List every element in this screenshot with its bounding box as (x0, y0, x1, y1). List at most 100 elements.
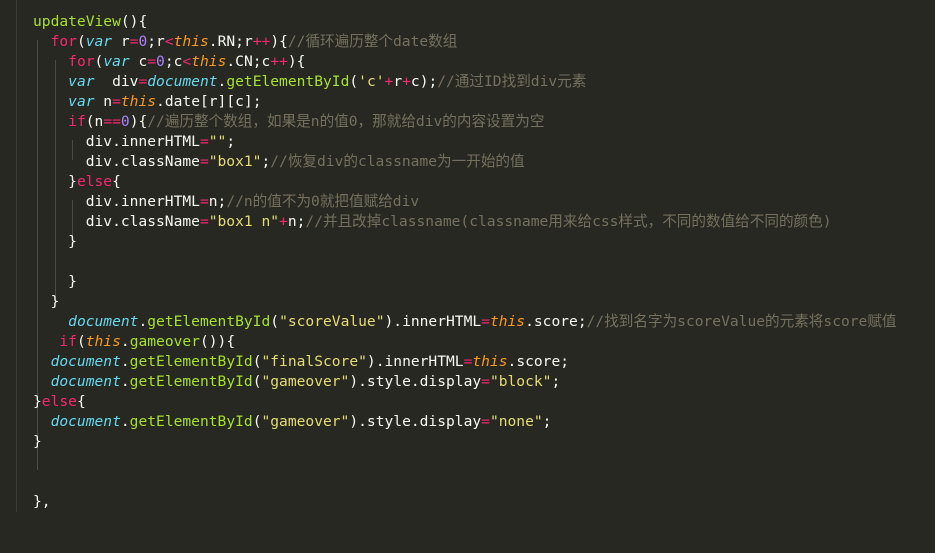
code-token-func: getElementById (226, 73, 350, 90)
code-token-plain: } (33, 293, 60, 310)
code-line: div.className="box1 n"+n;//并且改掉classname… (33, 212, 897, 232)
code-token-keyword: else (41, 393, 77, 410)
code-token-builtin: document (50, 413, 121, 430)
code-line: document.getElementById("finalScore").in… (33, 352, 897, 372)
code-token-op: < (182, 53, 192, 70)
code-line: }, (33, 492, 897, 512)
code-token-storage: var (85, 33, 113, 50)
code-token-builtin: document (147, 73, 218, 90)
code-token-comment: //通过ID找到div元素 (437, 73, 587, 90)
code-token-plain: .score; (507, 353, 570, 370)
code-token-string: "finalScore" (261, 353, 367, 370)
code-token-func: getElementById (129, 413, 253, 430)
code-line: var n=this.date[r][c]; (33, 92, 897, 112)
code-text-area[interactable]: updateView(){ for(var r=0;r<this.RN;r++)… (33, 12, 897, 512)
code-token-op: ++ (270, 53, 288, 70)
code-token-plain: } (33, 393, 42, 410)
code-token-string: "box1" (208, 153, 262, 170)
code-token-plain: . (120, 333, 130, 350)
code-token-plain: } (33, 273, 77, 290)
code-token-plain: n; (208, 193, 227, 210)
code-line: } (33, 432, 897, 452)
code-token-op: = (112, 93, 121, 110)
code-line: } (33, 292, 897, 312)
code-token-plain: ( (94, 53, 104, 70)
code-token-op: + (279, 213, 288, 230)
code-token-plain: } (33, 233, 77, 250)
code-token-this: this (85, 333, 121, 350)
code-line: document.getElementById("scoreValue").in… (33, 312, 897, 332)
code-editor[interactable]: updateView(){ for(var r=0;r<this.RN;r++)… (0, 0, 935, 553)
code-token-plain: } (33, 433, 42, 450)
code-line: div.innerHTML=n;//n的值不为0就把值赋给div (33, 192, 897, 212)
code-line: }else{ (33, 392, 897, 412)
code-token-number: 0 (138, 33, 148, 50)
code-token-op: = (481, 413, 490, 430)
code-line: div.innerHTML=""; (33, 132, 897, 152)
code-token-plain: ( (349, 73, 359, 90)
code-token-keyword: if (59, 333, 77, 350)
code-line: if(this.gameover()){ (33, 332, 897, 352)
code-token-plain: c (129, 53, 148, 70)
code-token-builtin: document (50, 373, 121, 390)
code-token-plain: (n (85, 113, 104, 130)
code-token-string: "block" (489, 373, 552, 390)
code-token-plain: . (120, 373, 130, 390)
code-token-this: this (120, 93, 157, 110)
code-token-plain: . (120, 413, 130, 430)
code-token-plain: ).style.display (349, 413, 482, 430)
code-token-plain: ; (542, 413, 552, 430)
code-token-plain: n (94, 93, 113, 110)
code-token-plain: }, (33, 493, 51, 510)
code-token-op: = (481, 373, 490, 390)
code-token-plain: ; (261, 153, 271, 170)
code-token-plain: { (112, 173, 121, 190)
code-token-keyword: else (76, 173, 113, 190)
code-token-plain: r (112, 33, 130, 50)
code-token-op: < (164, 33, 174, 50)
code-token-string: "gameover" (261, 373, 350, 390)
code-token-comment: //并且改掉classname(classname用来给css样式，不同的数值给… (305, 213, 832, 230)
gutter-divider (16, 0, 17, 512)
code-token-plain: ){ (270, 33, 288, 50)
code-token-plain: (){ (120, 13, 148, 30)
code-token-plain: ;c (164, 53, 183, 70)
code-token-op: + (384, 73, 394, 90)
code-token-plain: } (33, 173, 77, 190)
code-line: if(n==0){//遍历整个数组，如果是n的值0，那就给div的内容设置为空 (33, 112, 897, 132)
code-token-storage: var (103, 53, 130, 70)
code-line: div.className="box1";//恢复div的classname为一… (33, 152, 897, 172)
code-token-op: = (199, 193, 209, 210)
code-token-plain: ).innerHTML (384, 313, 482, 330)
code-token-plain: .date[r][c]; (156, 93, 262, 110)
code-token-number: 0 (156, 53, 165, 70)
code-token-this: this (489, 313, 526, 330)
code-token-plain: n; (287, 213, 306, 230)
code-token-builtin: document (68, 313, 139, 330)
code-token-op: = (147, 53, 157, 70)
code-token-number: 0 (120, 113, 130, 130)
code-token-storage: var (68, 73, 95, 90)
code-token-plain: . (138, 313, 148, 330)
code-token-plain: ()){ (199, 333, 236, 350)
code-token-op: = (199, 153, 209, 170)
code-token-this: this (472, 353, 508, 370)
code-line: var div=document.getElementById('c'+r+c)… (33, 72, 897, 92)
code-token-comment: //遍历整个数组，如果是n的值0，那就给div的内容设置为空 (147, 113, 545, 130)
code-token-comment: //恢复div的classname为一开始的值 (270, 153, 525, 170)
code-token-op: = (199, 213, 209, 230)
code-token-plain: ).innerHTML (366, 353, 464, 370)
code-token-string: "none" (489, 413, 543, 430)
code-token-op: = (199, 133, 209, 150)
code-token-string: 'c' (358, 73, 385, 90)
code-token-comment: //找到名字为scoreValue的元素将score赋值 (586, 313, 897, 330)
